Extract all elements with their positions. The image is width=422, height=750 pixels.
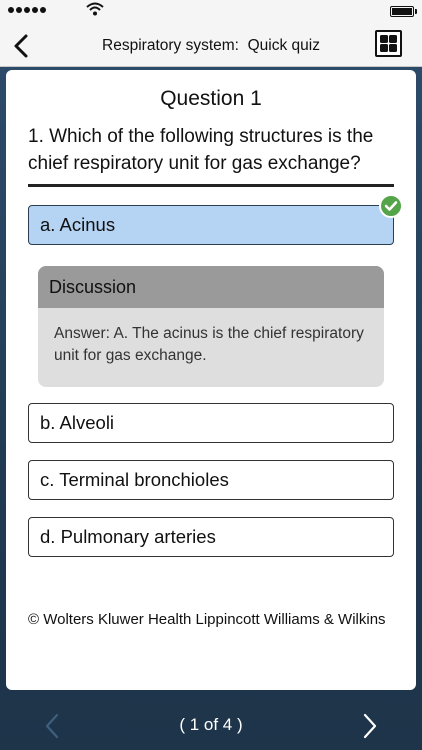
option-a[interactable]: a. Acinus [28, 194, 403, 245]
option-label: a. Acinus [40, 214, 116, 235]
divider [28, 184, 394, 187]
correct-check-icon [379, 194, 403, 218]
option-d[interactable]: d. Pulmonary arteries [28, 517, 394, 557]
question-heading: Question 1 [160, 87, 262, 110]
option-label: b. Alveoli [40, 412, 115, 433]
option-b[interactable]: b. Alveoli [28, 403, 394, 443]
page-indicator: ( 1 of 4 ) [179, 715, 243, 734]
question-card: Question 1 1. Which of the following str… [6, 70, 416, 690]
copyright-text: © Wolters Kluwer Health Lippincott Willi… [28, 611, 386, 628]
discussion-panel: Discussion Answer: A. The acinus is the … [38, 266, 384, 387]
discussion-body: Answer: A. The acinus is the chief respi… [54, 325, 364, 364]
question-text: 1. Which of the following structures is … [28, 126, 374, 174]
option-label: c. Terminal bronchioles [40, 469, 229, 490]
grid-view-icon [380, 35, 388, 43]
option-c[interactable]: c. Terminal bronchioles [28, 460, 394, 500]
battery-icon [390, 6, 417, 17]
navigation-bar: Respiratory system: Quick quiz [0, 26, 422, 67]
grid-view-button[interactable] [375, 30, 402, 57]
signal-icon [8, 7, 46, 13]
status-bar [0, 0, 422, 26]
next-question-button[interactable] [360, 712, 380, 740]
discussion-title: Discussion [38, 266, 384, 308]
page-title: Respiratory system: Quick quiz [102, 37, 320, 54]
option-label: d. Pulmonary arteries [40, 526, 216, 547]
wifi-icon [86, 2, 104, 16]
chevron-right-icon [363, 713, 377, 739]
back-button[interactable] [10, 32, 34, 60]
